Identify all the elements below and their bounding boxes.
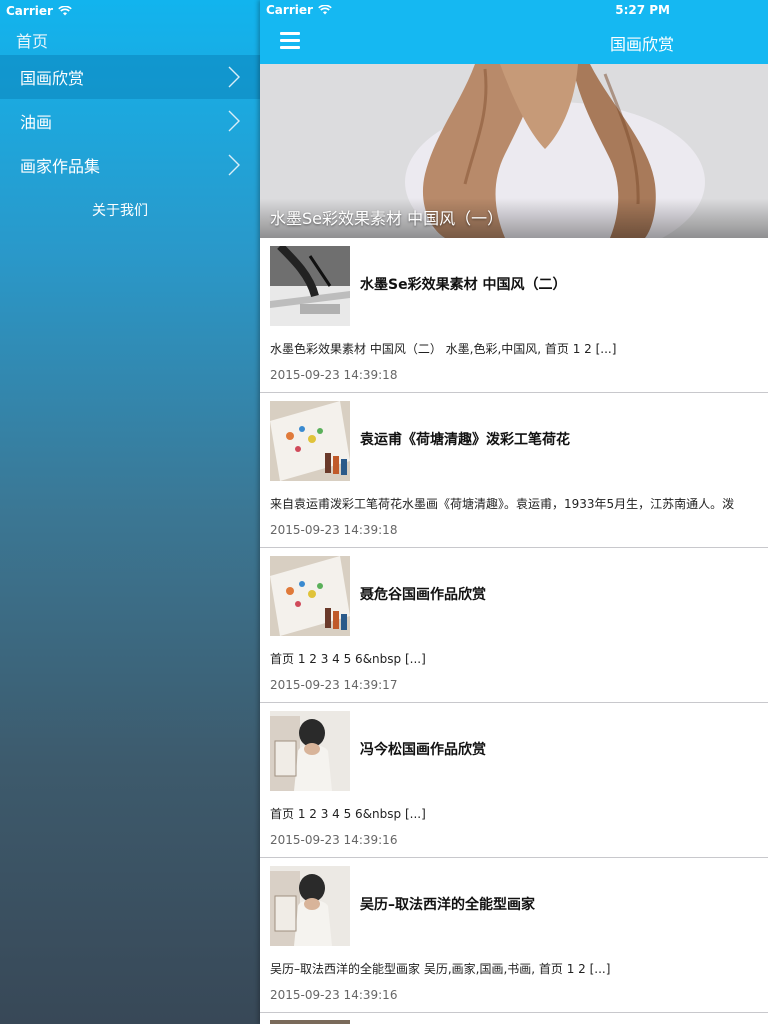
chevron-right-icon [228, 66, 240, 88]
sidebar-item-guohua[interactable]: 国画欣赏 [0, 55, 260, 99]
article-excerpt: 水墨色彩效果素材 中国风（二） 水墨,色彩,中国风, 首页 1 2 [...] [270, 342, 617, 356]
article-row[interactable]: 冯今松国画作品欣赏 首页 1 2 3 4 5 6&nbsp [...] 2015… [260, 703, 768, 858]
article-title: 吴历–取法西洋的全能型画家 [360, 897, 535, 913]
article-excerpt: 吴历–取法西洋的全能型画家 吴历,画家,国画,书画, 首页 1 2 [...] [270, 962, 611, 976]
sidebar: Carrier 首页 国画欣赏 油画 画家作品集 关于我们 [0, 0, 260, 1024]
article-thumbnail [270, 246, 350, 326]
article-thumbnail [270, 866, 350, 946]
article-row[interactable]: 袁运甫《荷塘清趣》泼彩工笔荷花 来自袁运甫泼彩工笔荷花水墨画《荷塘清趣》。袁运甫… [260, 393, 768, 548]
article-excerpt: 首页 1 2 3 4 5 6&nbsp [...] [270, 807, 426, 821]
about-us-link[interactable]: 关于我们 [0, 200, 240, 222]
status-bar: Carrier 5:27 PM [260, 3, 768, 19]
article-thumbnail [270, 711, 350, 791]
article-date: 2015-09-23 14:39:16 [270, 833, 398, 847]
hero-banner[interactable]: 水墨Se彩效果素材 中国风（一） [260, 64, 768, 238]
status-time: 5:27 PM [615, 3, 670, 17]
wifi-icon [58, 6, 72, 16]
article-excerpt: 首页 1 2 3 4 5 6&nbsp [...] [270, 652, 426, 666]
article-title: 袁运甫《荷塘清趣》泼彩工笔荷花 [360, 432, 570, 448]
page-title: 国画欣赏 [610, 35, 675, 54]
article-title: 聂危谷国画作品欣赏 [360, 587, 486, 603]
sidebar-home-title[interactable]: 首页 [16, 28, 48, 52]
sidebar-item-label: 油画 [20, 113, 53, 132]
chevron-right-icon [228, 154, 240, 176]
article-date: 2015-09-23 14:39:16 [270, 988, 398, 1002]
article-thumbnail [270, 401, 350, 481]
article-thumbnail [270, 556, 350, 636]
hamburger-menu-icon[interactable] [280, 32, 300, 50]
article-row[interactable]: 水墨Se彩效果素材 中国风（二） 水墨色彩效果素材 中国风（二） 水墨,色彩,中… [260, 238, 768, 393]
article-excerpt: 来自袁运甫泼彩工笔荷花水墨画《荷塘清趣》。袁运甫，1933年5月生，江苏南通人。… [270, 497, 735, 511]
article-title: 水墨Se彩效果素材 中国风（二） [360, 277, 567, 293]
article-date: 2015-09-23 14:39:18 [270, 523, 398, 537]
article-list: 水墨Se彩效果素材 中国风（二） 水墨色彩效果素材 中国风（二） 水墨,色彩,中… [260, 238, 768, 1013]
sidebar-item-label: 国画欣赏 [20, 69, 85, 88]
article-row[interactable]: 吴历–取法西洋的全能型画家 吴历–取法西洋的全能型画家 吴历,画家,国画,书画,… [260, 858, 768, 1013]
article-row[interactable]: 聂危谷国画作品欣赏 首页 1 2 3 4 5 6&nbsp [...] 2015… [260, 548, 768, 703]
carrier-label: Carrier [6, 4, 53, 18]
next-article-thumbnail-peek [270, 1020, 350, 1024]
main-panel: Carrier 5:27 PM 国画欣赏 水墨Se彩效果素材 中国风（一） 水墨… [260, 0, 768, 1024]
chevron-right-icon [228, 110, 240, 132]
hero-title: 水墨Se彩效果素材 中国风（一） [270, 209, 504, 228]
article-date: 2015-09-23 14:39:18 [270, 368, 398, 382]
navigation-bar: Carrier 5:27 PM 国画欣赏 [260, 0, 768, 64]
sidebar-menu: 国画欣赏 油画 画家作品集 [0, 55, 260, 187]
hero-caption-overlay: 水墨Se彩效果素材 中国风（一） [260, 198, 768, 238]
sidebar-item-label: 画家作品集 [20, 157, 101, 176]
sidebar-status-bar: Carrier [6, 3, 72, 19]
article-date: 2015-09-23 14:39:17 [270, 678, 398, 692]
sidebar-item-youhua[interactable]: 油画 [0, 99, 260, 143]
article-title: 冯今松国画作品欣赏 [360, 742, 486, 758]
sidebar-item-artist-collections[interactable]: 画家作品集 [0, 143, 260, 187]
